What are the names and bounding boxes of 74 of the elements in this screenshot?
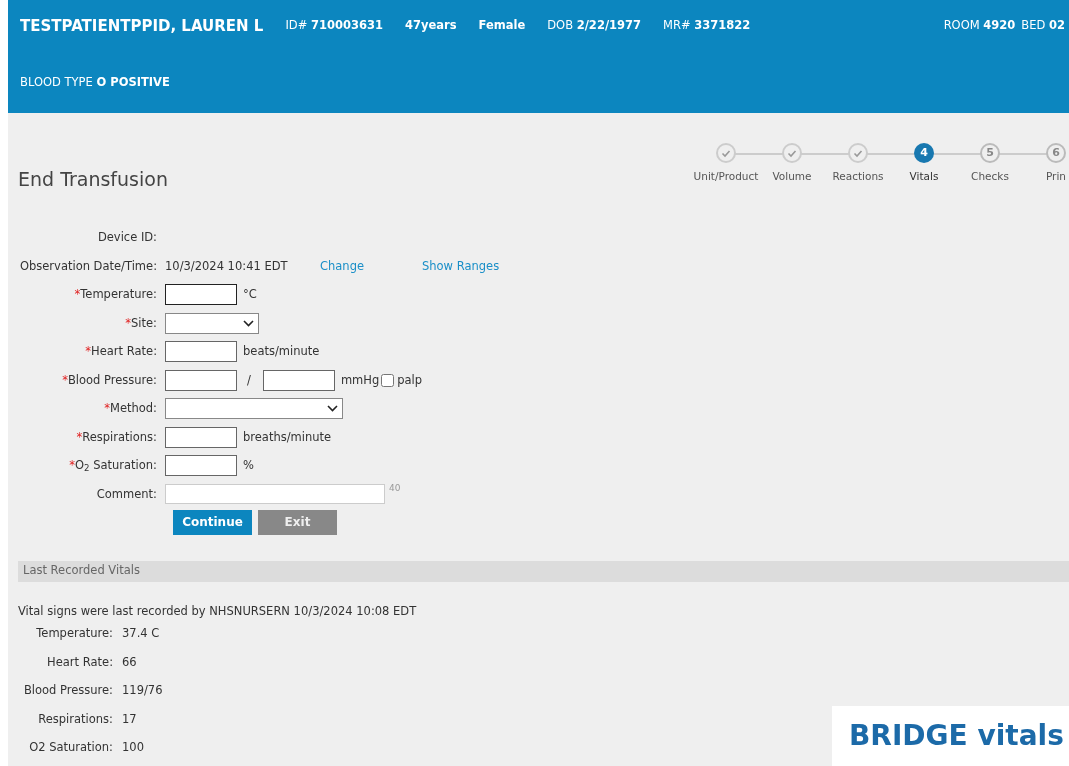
checkbox-label: palp — [397, 371, 423, 389]
vital-value: 119/76 — [122, 682, 163, 700]
patient-name: TESTPATIENTPPID, LAUREN L — [20, 15, 264, 37]
required-asterisk: * — [62, 372, 68, 387]
vital-label: Blood Pressure: — [22, 682, 114, 700]
vital-value: 37.4 C — [122, 625, 160, 643]
field-label: *Temperature: — [73, 286, 158, 304]
text-field[interactable] — [165, 455, 237, 477]
field-label: *Method: — [103, 400, 158, 418]
patient-detail: Female — [478, 17, 526, 35]
field-label: *O$_{2}$ Saturation: — [68, 457, 158, 475]
section-header: Last Recorded Vitals — [18, 560, 1069, 582]
required-asterisk: * — [104, 401, 110, 416]
dropdown-field[interactable] — [165, 312, 259, 334]
unit-label: beats/minute — [243, 343, 320, 361]
chevron-down-icon — [243, 319, 254, 327]
patient-detail: MR# 3371822 — [663, 17, 751, 35]
vital-value: 66 — [122, 653, 137, 671]
text-field[interactable] — [165, 341, 237, 363]
field-label: Comment: — [95, 485, 158, 503]
vital-value: 17 — [122, 710, 137, 728]
field-label: *Heart Rate: — [84, 343, 158, 361]
checkbox[interactable] — [381, 373, 395, 387]
text-field[interactable] — [165, 369, 237, 391]
required-asterisk: * — [69, 458, 75, 473]
continue-button[interactable]: Continue — [173, 509, 252, 535]
vital-label: Temperature: — [35, 625, 114, 643]
unit-label: breaths/minute — [243, 428, 332, 446]
location-detail: ROOM 4920 — [943, 17, 1016, 35]
character-counter: 40 — [389, 482, 401, 495]
field-label: *Site: — [124, 314, 158, 332]
text-field[interactable] — [165, 284, 237, 306]
unit-label: mmHg — [340, 371, 380, 389]
field-label: *Blood Pressure: — [61, 371, 158, 389]
location-detail: BED 02 — [1021, 17, 1065, 35]
patient-detail: DOB 2/22/1977 — [547, 17, 642, 35]
required-asterisk: * — [125, 315, 132, 330]
vital-label: Heart Rate: — [46, 653, 114, 671]
blood-type: BLOOD TYPE O POSITIVE — [20, 73, 170, 91]
text-field[interactable] — [165, 426, 237, 448]
dropdown-field[interactable] — [165, 398, 343, 420]
exit-button[interactable]: Exit — [258, 509, 337, 535]
page-title: End Transfusion — [18, 167, 168, 192]
patient-detail: ID# 710003631 — [285, 17, 383, 35]
vital-value: 100 — [122, 739, 144, 757]
unit-label: % — [243, 457, 254, 475]
step-label: Prin — [1045, 169, 1066, 184]
step-indicator[interactable]: 5 — [980, 143, 1000, 163]
field-label: Device ID: — [96, 229, 158, 247]
step-indicator[interactable]: 6 — [1046, 143, 1066, 163]
field-label: *Respirations: — [75, 428, 158, 446]
step-indicator[interactable]: 4 — [914, 143, 934, 163]
comment-field[interactable] — [165, 484, 385, 505]
field-label: Observation Date/Time: — [18, 257, 158, 275]
step-label: Checks — [971, 169, 1009, 184]
field-value: 10/3/2024 10:41 EDT — [165, 257, 289, 275]
required-asterisk: * — [85, 344, 92, 359]
vital-label: Respirations: — [37, 710, 114, 728]
required-asterisk: * — [76, 429, 83, 444]
unit-label: °C — [243, 286, 257, 304]
separator: / — [247, 371, 251, 389]
patient-detail: 47years — [404, 17, 457, 35]
step-label: Volume — [772, 169, 812, 184]
step-label: Vitals — [909, 169, 939, 184]
step-label: Unit/Product — [693, 169, 759, 184]
logo: BRIDGE vitals — [832, 706, 1069, 766]
summary-text: Vital signs were last recorded by NHSNURSERN 10/3/2024 10:08 EDT — [18, 602, 418, 620]
vital-label: O2 Saturation: — [28, 739, 114, 757]
required-asterisk: * — [74, 287, 81, 302]
link[interactable]: Change — [320, 257, 422, 275]
link[interactable]: Show Ranges — [422, 257, 500, 275]
chevron-down-icon — [327, 405, 338, 413]
text-field[interactable] — [262, 369, 335, 391]
step-label: Reactions — [832, 169, 884, 184]
